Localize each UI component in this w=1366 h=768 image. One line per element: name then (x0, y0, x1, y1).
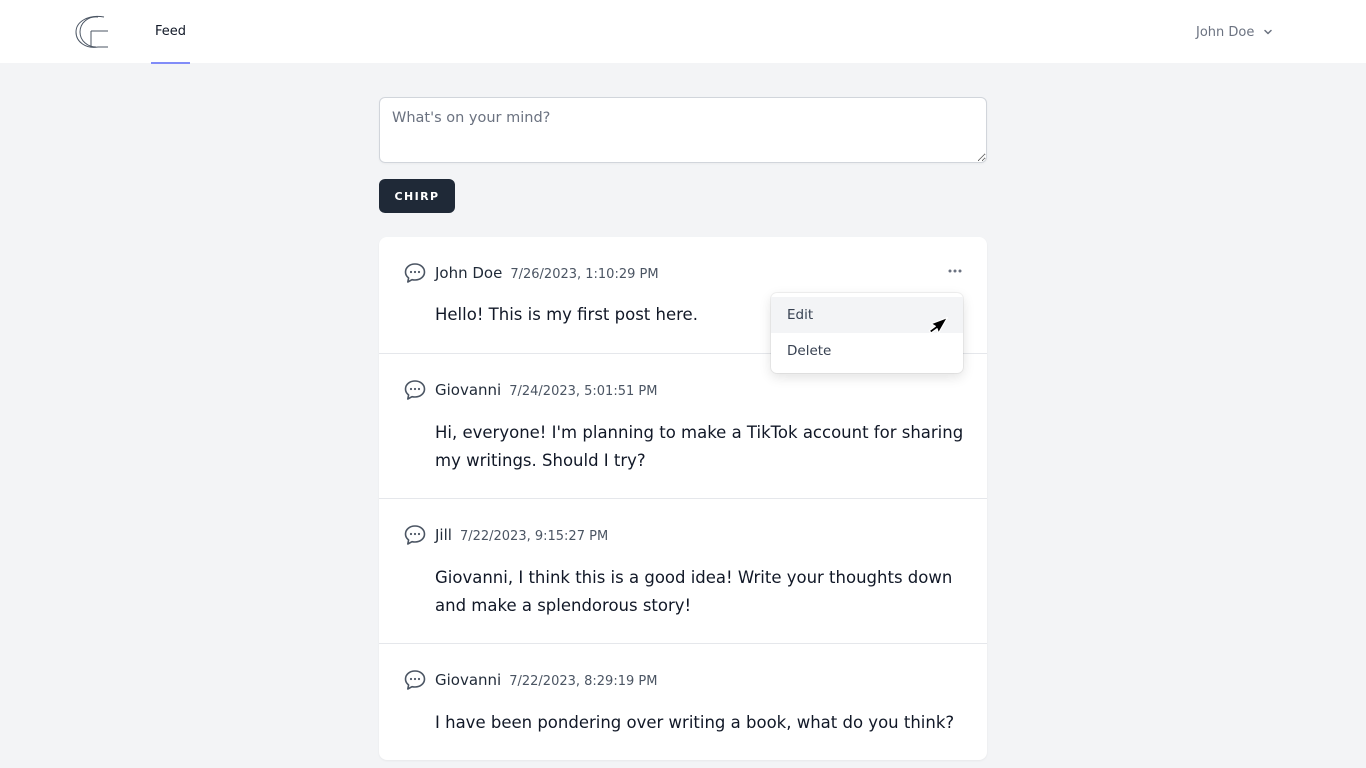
post-body: Giovanni, I think this is a good idea! W… (435, 568, 953, 615)
post-date: 7/22/2023, 9:15:27 PM (459, 529, 609, 544)
post-date: 7/22/2023, 8:29:19 PM (509, 674, 658, 689)
more-options-icon[interactable] (946, 263, 964, 279)
chirp-button[interactable]: CHIRP (379, 179, 455, 213)
feed-post: Jill 7/22/2023, 9:15:27 PM Giovanni, I t… (379, 498, 987, 643)
feed-post: Giovanni 7/24/2023, 5:01:51 PM Hi, every… (379, 353, 987, 498)
post-body: I have been pondering over writing a boo… (435, 713, 955, 732)
chat-bubble-icon (404, 380, 426, 400)
brand-logo-icon[interactable] (74, 14, 112, 50)
chat-bubble-icon (404, 670, 426, 690)
nav-feed-link[interactable]: Feed (151, 0, 190, 64)
feed-post: Giovanni 7/22/2023, 8:29:19 PM I have be… (379, 643, 987, 760)
mouse-cursor-icon (928, 317, 948, 334)
post-composer-input[interactable] (379, 97, 987, 163)
post-author: Giovanni (435, 381, 502, 399)
post-meta: John Doe 7/26/2023, 1:10:29 PM (435, 264, 659, 282)
post-author: John Doe (435, 264, 503, 282)
post-meta: Jill 7/22/2023, 9:15:27 PM (435, 526, 608, 544)
post-meta: Giovanni 7/24/2023, 5:01:51 PM (435, 381, 657, 399)
post-date: 7/26/2023, 1:10:29 PM (510, 267, 659, 282)
user-name: John Doe (1196, 24, 1255, 40)
top-navigation: Feed John Doe (0, 0, 1366, 64)
post-author: Jill (435, 526, 452, 544)
post-author: Giovanni (435, 671, 502, 689)
post-meta: Giovanni 7/22/2023, 8:29:19 PM (435, 671, 657, 689)
chevron-down-icon (1264, 29, 1273, 35)
post-date: 7/24/2023, 5:01:51 PM (509, 384, 658, 399)
post-body: Hi, everyone! I'm planning to make a Tik… (435, 423, 964, 470)
chat-bubble-icon (404, 263, 426, 283)
user-menu-button[interactable]: John Doe (1196, 22, 1274, 42)
chat-bubble-icon (404, 525, 426, 545)
